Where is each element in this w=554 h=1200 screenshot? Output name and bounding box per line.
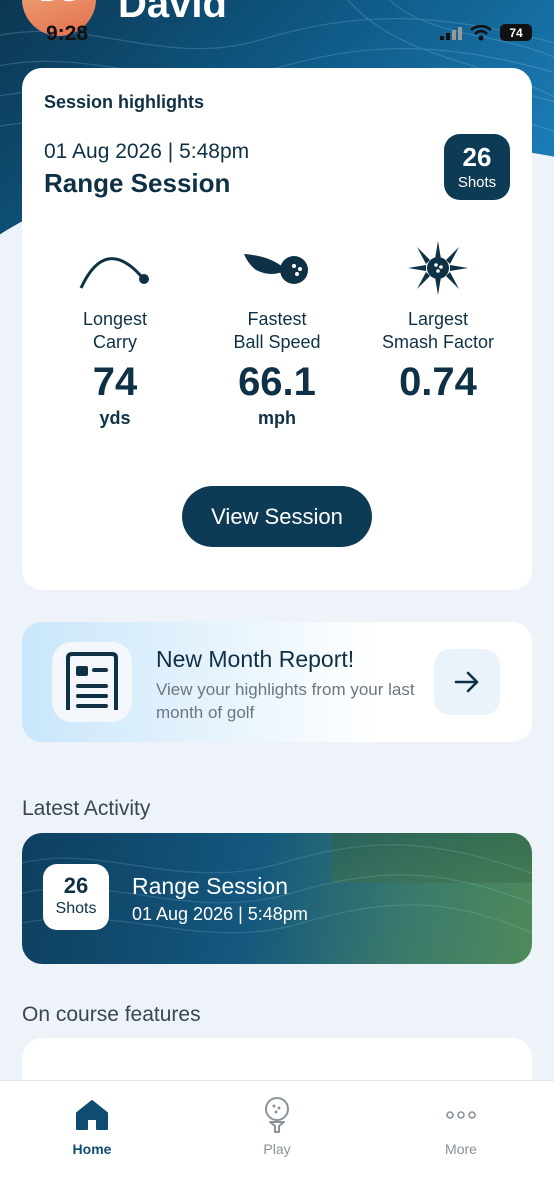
metric-name-line1: Longest (82, 309, 148, 329)
signal-icon (440, 26, 462, 40)
tab-home[interactable]: Home (42, 1095, 142, 1157)
report-title: New Month Report! (156, 646, 355, 672)
report-description: View your highlights from your last mont… (156, 680, 415, 722)
tab-more[interactable]: More (411, 1095, 511, 1157)
view-session-button[interactable]: View Session (182, 486, 372, 547)
status-time: 9:28 (46, 22, 89, 45)
tab-label: Play (263, 1141, 291, 1157)
metric-name-line2: Smash Factor (381, 332, 495, 352)
report-open-button[interactable] (434, 649, 500, 715)
shots-label: Shots (457, 174, 497, 191)
tab-label: More (445, 1141, 477, 1157)
wifi-icon (470, 24, 492, 40)
activity-date: 01 Aug 2026 | 5:48pm (132, 904, 308, 924)
activity-shots-badge: 26 Shots (43, 864, 109, 930)
metric-name-line2: Ball Speed (233, 332, 321, 352)
bottom-tab-bar: Home Play More (0, 1080, 554, 1200)
metric-unit: mph (258, 408, 296, 428)
metric-value: 66.1 (238, 360, 316, 404)
features-heading: On course features (22, 1003, 201, 1026)
shots-count: 26 (462, 142, 492, 172)
tab-play[interactable]: Play (227, 1095, 327, 1157)
session-highlights-card: Session highlights 01 Aug 2026 | 5:48pm … (22, 68, 532, 590)
activity-title: Range Session (132, 873, 288, 899)
activity-shots-count: 26 (63, 873, 89, 898)
impact-burst-icon (358, 240, 518, 296)
speeding-ball-icon (197, 240, 357, 296)
session-title: Range Session (44, 168, 231, 198)
trajectory-icon (35, 240, 195, 296)
avatar-initials: DS (40, 0, 79, 8)
document-icon (52, 642, 132, 722)
metric-name-line1: Largest (407, 309, 469, 329)
status-icons: 74 (440, 24, 532, 41)
latest-activity-card[interactable]: 26 Shots Range Session 01 Aug 2026 | 5:4… (22, 833, 532, 964)
home-icon (42, 1095, 142, 1135)
battery-indicator: 74 (500, 24, 532, 41)
month-report-card[interactable]: New Month Report! View your highlights f… (22, 622, 532, 742)
metric-unit: yds (99, 408, 131, 428)
arrow-right-icon (454, 671, 479, 693)
activity-shots-label: Shots (55, 900, 97, 917)
session-date: 01 Aug 2026 | 5:48pm (44, 140, 250, 163)
tab-label: Home (72, 1141, 112, 1157)
metric-value: 0.74 (399, 360, 477, 404)
metric-fastest-ball-speed: Fastest Ball Speed 66.1 mph (197, 240, 357, 429)
metric-name-line2: Carry (93, 332, 137, 352)
latest-activity-heading: Latest Activity (22, 797, 151, 820)
metric-value: 74 (92, 360, 138, 404)
metric-largest-smash-factor: Largest Smash Factor 0.74 (358, 240, 518, 404)
card-label: Session highlights (44, 92, 205, 112)
metric-longest-carry: Longest Carry 74 yds (35, 240, 195, 429)
more-dots-icon (411, 1095, 511, 1135)
shots-badge: 26 Shots (444, 134, 510, 200)
golf-ball-tee-icon (227, 1095, 327, 1135)
user-name: David (118, 0, 227, 26)
metric-name-line1: Fastest (247, 309, 307, 329)
